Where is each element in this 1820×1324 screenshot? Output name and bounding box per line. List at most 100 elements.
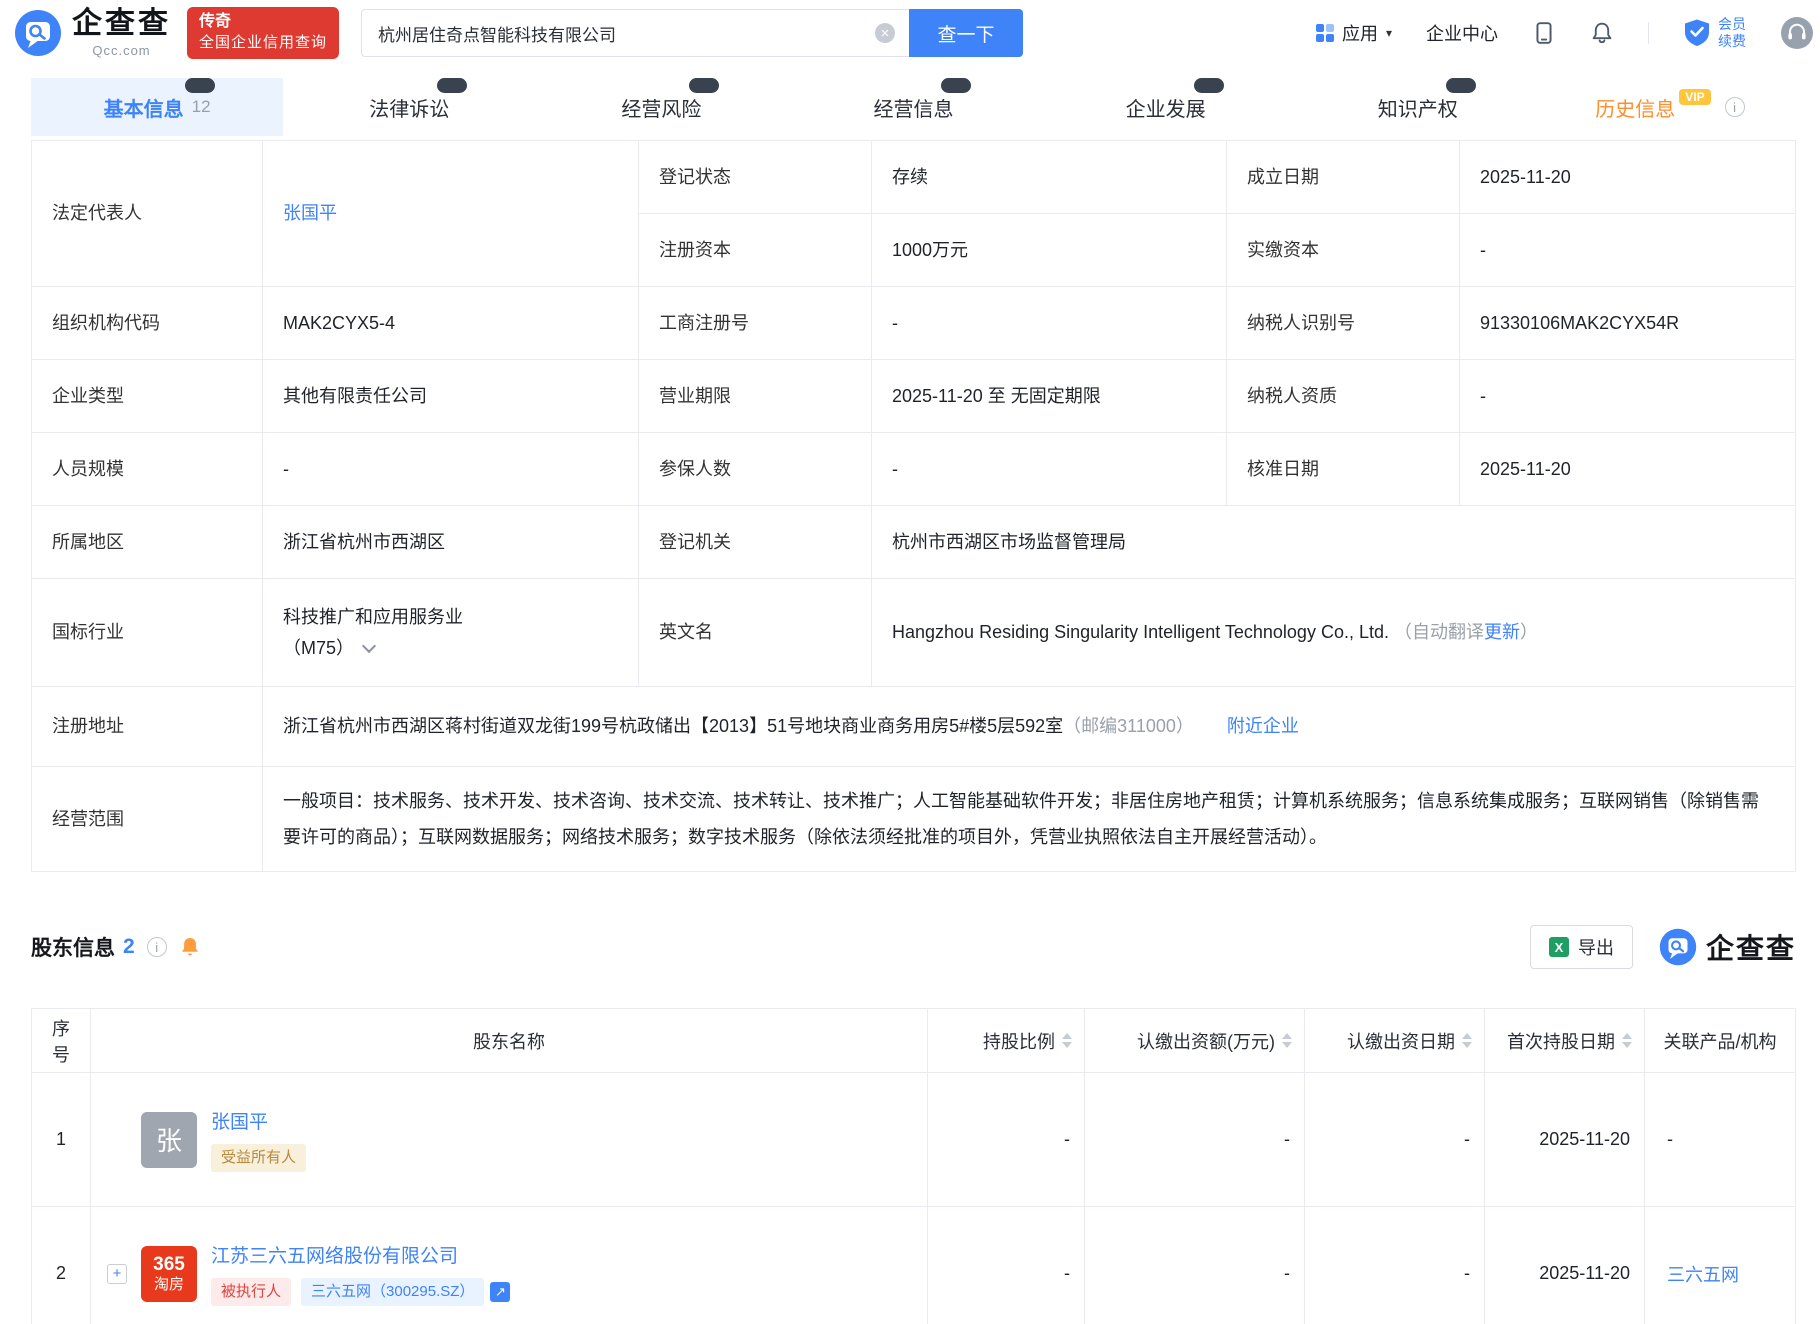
paid-capital-label: 实缴资本 xyxy=(1226,213,1460,287)
enterprise-center-link[interactable]: 企业中心 xyxy=(1426,20,1498,46)
biz-term-label: 营业期限 xyxy=(638,359,872,433)
search-input[interactable] xyxy=(361,9,910,57)
customer-service-icon[interactable] xyxy=(1780,16,1814,50)
qcc-logo[interactable]: 企查查 Qcc.com xyxy=(14,8,171,58)
info-icon[interactable]: i xyxy=(1724,97,1745,117)
col-subscribed-date[interactable]: 认缴出资日期 xyxy=(1304,1008,1485,1073)
col-ratio[interactable]: 持股比例 xyxy=(927,1008,1085,1073)
shareholder-avatar[interactable]: 张 xyxy=(141,1111,197,1168)
staff-size-label: 人员规模 xyxy=(31,432,263,506)
address-label: 注册地址 xyxy=(31,686,263,767)
legal-rep-value: 张国平 xyxy=(262,140,639,287)
excel-icon: X xyxy=(1548,937,1569,957)
notifications-bell-icon[interactable] xyxy=(1590,21,1614,45)
vip-shield-icon xyxy=(1685,19,1709,46)
section-count: 2 xyxy=(123,935,135,958)
region-value: 浙江省杭州市西湖区 xyxy=(262,505,639,579)
tab-count-badge xyxy=(437,78,468,93)
tab-label: 经营风险 xyxy=(621,98,702,121)
shareholder-row: 1 张 张国平 受益所有人 - - - 2025-11-20 - xyxy=(31,1072,1796,1207)
vip-renew[interactable]: 会员 续费 xyxy=(1683,16,1746,51)
expand-slot: + xyxy=(107,1263,141,1284)
col-shareholder-name: 股东名称 xyxy=(90,1008,928,1073)
reg-status-label: 登记状态 xyxy=(638,140,872,214)
shareholders-table: 序号 股东名称 持股比例 认缴出资额(万元) 认缴出资日期 首次持股日期 关联产… xyxy=(31,1008,1796,1324)
sort-icon xyxy=(1062,1033,1072,1048)
industry-value: 科技推广和应用服务业 （M75） xyxy=(262,578,639,687)
translate-update-link[interactable]: 更新 xyxy=(1484,622,1520,642)
shareholder-name-link[interactable]: 张国平 xyxy=(211,1107,268,1134)
staff-size-value: - xyxy=(262,432,639,506)
ratio-value: - xyxy=(927,1206,1085,1324)
tag-person-subject-to-enforcement[interactable]: 被执行人 xyxy=(211,1278,292,1306)
chevron-down-icon: ▾ xyxy=(1385,26,1392,40)
shareholder-row: 2 + 365 淘房 江苏三六五网络股份有限公司 被执行人 三六五网（30029… xyxy=(31,1206,1796,1324)
reg-capital-label: 注册资本 xyxy=(638,213,872,287)
insured-count-label: 参保人数 xyxy=(638,432,872,506)
basic-info-table: 法定代表人 张国平 登记状态 存续 成立日期 2025-11-20 注册资本 1… xyxy=(31,140,1796,872)
apps-label: 应用 xyxy=(1341,24,1378,44)
tab-count-badge xyxy=(185,78,216,93)
stock-chart-icon[interactable]: ↗ xyxy=(490,1282,511,1302)
amount-value: - xyxy=(1084,1072,1305,1207)
first-date-value: 2025-11-20 xyxy=(1484,1072,1645,1207)
chevron-down-icon[interactable] xyxy=(361,638,377,653)
vip-label-bottom: 续费 xyxy=(1718,33,1746,49)
related-value: - xyxy=(1644,1072,1796,1207)
subscribe-bell-icon[interactable] xyxy=(179,936,201,958)
taxpayer-id-label: 纳税人识别号 xyxy=(1226,286,1460,360)
col-first-holding-date[interactable]: 首次持股日期 xyxy=(1484,1008,1645,1073)
org-code-value: MAK2CYX5-4 xyxy=(262,286,639,360)
apps-grid-icon xyxy=(1315,24,1334,42)
tab-basic-count: 12 xyxy=(191,97,211,116)
translate-note: （自动翻译 xyxy=(1394,622,1484,643)
tab-label: 法律诉讼 xyxy=(369,98,450,121)
tab-bar: 基本信息 12 法律诉讼 经营风险 经营信息 企业发展 知识产权 历史信息 VI… xyxy=(31,78,1796,136)
related-product-link[interactable]: 三六五网 xyxy=(1667,1265,1739,1285)
header-right: 应用 ▾ 企业中心 会员 续费 xyxy=(1315,16,1814,51)
apps-menu[interactable]: 应用 ▾ xyxy=(1315,20,1392,46)
tab-label: 企业发展 xyxy=(1125,98,1206,121)
tag-beneficial-owner[interactable]: 受益所有人 xyxy=(211,1144,307,1172)
tab-label: 历史信息 xyxy=(1595,98,1676,121)
col-subscribed-amount[interactable]: 认缴出资额(万元) xyxy=(1084,1008,1305,1073)
export-button[interactable]: X 导出 xyxy=(1529,925,1633,969)
expand-button[interactable]: + xyxy=(107,1263,127,1284)
tab-enterprise-development[interactable]: 企业发展 xyxy=(1040,78,1292,136)
qcc-brand-logo: 企查查 xyxy=(1659,927,1796,967)
section-title: 股东信息 xyxy=(31,937,115,960)
mobile-app-icon[interactable] xyxy=(1532,21,1556,45)
legal-rep-link[interactable]: 张国平 xyxy=(283,203,337,223)
info-icon[interactable]: i xyxy=(146,937,167,957)
tab-operating-info[interactable]: 经营信息 xyxy=(787,78,1039,136)
divider xyxy=(1648,22,1649,44)
ribbon-line2: 全国企业信用查询 xyxy=(199,34,328,52)
vip-badge: VIP xyxy=(1679,89,1711,105)
tag-listed-stock[interactable]: 三六五网（300295.SZ） xyxy=(301,1278,485,1306)
sort-icon xyxy=(1462,1033,1472,1048)
reg-capital-value: 1000万元 xyxy=(871,213,1227,287)
reg-authority-label: 登记机关 xyxy=(638,505,872,579)
related-value: 三六五网 xyxy=(1644,1206,1796,1324)
taxpayer-id-value: 91330106MAK2CYX54R xyxy=(1459,286,1796,360)
search-button[interactable]: 查一下 xyxy=(909,9,1024,57)
biz-term-value: 2025-11-20 至 无固定期限 xyxy=(871,359,1227,433)
first-date-value: 2025-11-20 xyxy=(1484,1206,1645,1324)
tab-intellectual-property[interactable]: 知识产权 xyxy=(1292,78,1544,136)
tab-history-info[interactable]: 历史信息 VIP i xyxy=(1544,78,1796,136)
shareholder-name-link[interactable]: 江苏三六五网络股份有限公司 xyxy=(211,1241,458,1268)
tab-label: 知识产权 xyxy=(1377,98,1458,121)
shareholders-section: 股东信息 2 i X 导出 企查查 序号 股东名称 持股比例 认缴出资额(万元)… xyxy=(0,924,1820,1324)
tab-legal-litigation[interactable]: 法律诉讼 xyxy=(283,78,535,136)
shareholder-logo[interactable]: 365 淘房 xyxy=(141,1245,197,1302)
tab-label: 经营信息 xyxy=(873,98,954,121)
tab-basic-info[interactable]: 基本信息 12 xyxy=(31,78,284,136)
clear-icon[interactable]: × xyxy=(875,23,896,43)
qcc-logo-icon xyxy=(1659,928,1697,966)
insured-count-value: - xyxy=(871,432,1227,506)
tab-operating-risk[interactable]: 经营风险 xyxy=(535,78,787,136)
org-code-label: 组织机构代码 xyxy=(31,286,263,360)
establish-date-label: 成立日期 xyxy=(1226,140,1460,214)
tab-count-badge xyxy=(1193,78,1224,93)
nearby-companies-link[interactable]: 附近企业 xyxy=(1227,716,1299,736)
